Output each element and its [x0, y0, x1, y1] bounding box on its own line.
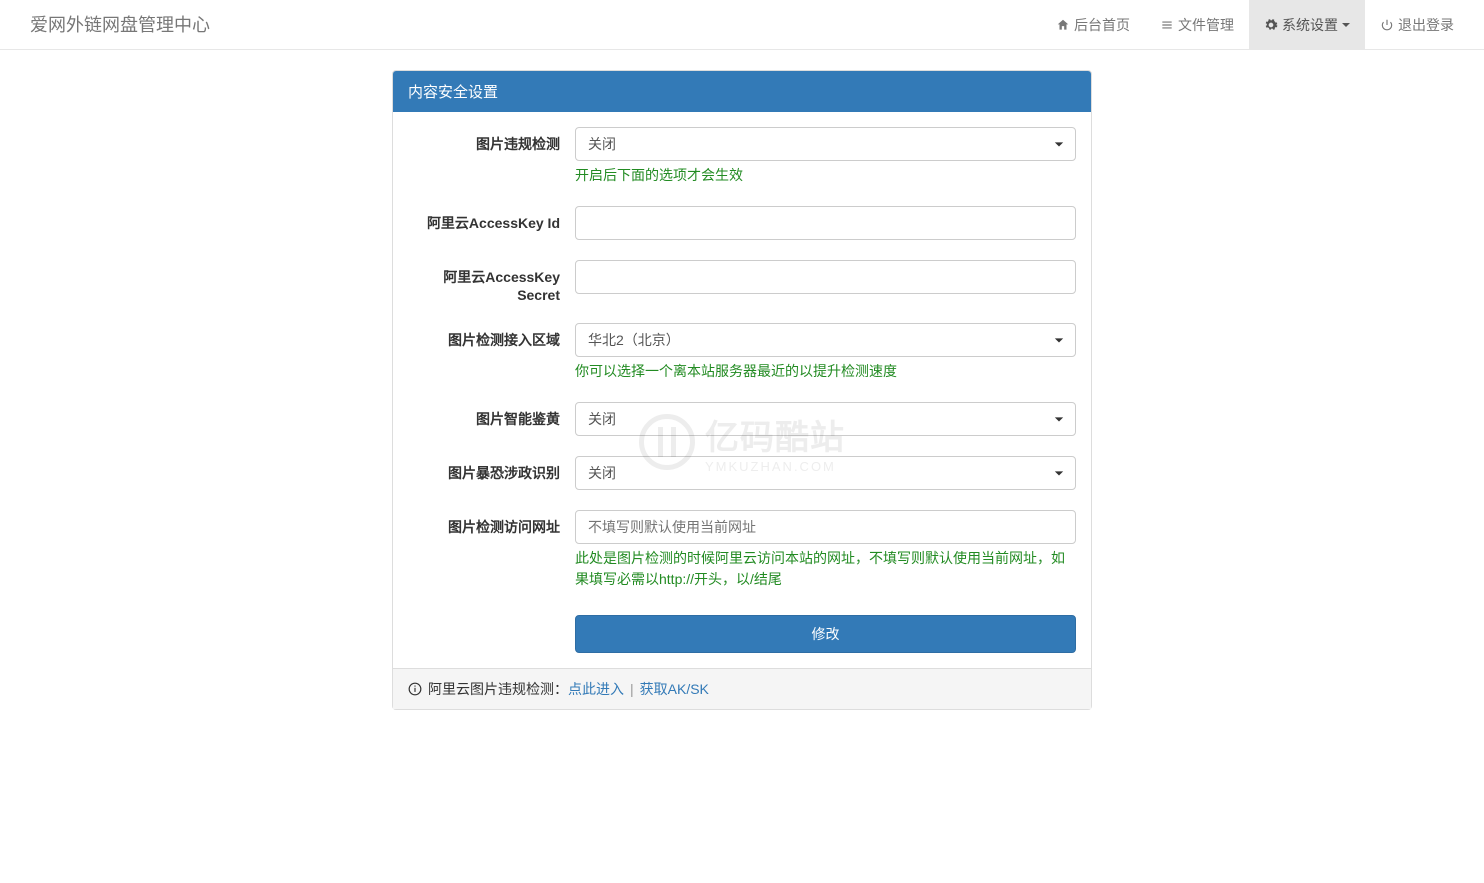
select-terror[interactable]: 关闭 — [575, 456, 1076, 490]
help-detect: 开启后下面的选项才会生效 — [575, 165, 1076, 186]
field-detect: 图片违规检测 关闭 开启后下面的选项才会生效 — [408, 127, 1076, 186]
help-region: 你可以选择一个离本站服务器最近的以提升检测速度 — [575, 361, 1076, 382]
nav-logout[interactable]: 退出登录 — [1365, 0, 1469, 50]
nav-home[interactable]: 后台首页 — [1041, 0, 1145, 50]
label-terror: 图片暴恐涉政识别 — [408, 456, 575, 490]
info-icon — [408, 682, 422, 696]
list-icon — [1160, 18, 1174, 32]
panel-title: 内容安全设置 — [393, 71, 1091, 112]
nav-files-label: 文件管理 — [1178, 15, 1234, 35]
label-region: 图片检测接入区域 — [408, 323, 575, 382]
label-detect: 图片违规检测 — [408, 127, 575, 186]
label-ak-id: 阿里云AccessKey Id — [408, 206, 575, 240]
nav-settings[interactable]: 系统设置 — [1249, 0, 1365, 50]
nav-home-label: 后台首页 — [1074, 15, 1130, 35]
submit-button[interactable]: 修改 — [575, 615, 1076, 653]
help-url: 此处是图片检测的时候阿里云访问本站的网址，不填写则默认使用当前网址，如果填写必需… — [575, 548, 1076, 590]
main-container: 内容安全设置 图片违规检测 关闭 开启后下面的选项才会生效 阿里云AccessK… — [392, 70, 1092, 710]
gear-icon — [1264, 18, 1278, 32]
caret-down-icon — [1342, 23, 1350, 27]
select-detect[interactable]: 关闭 — [575, 127, 1076, 161]
nav-settings-label: 系统设置 — [1282, 15, 1338, 35]
field-terror: 图片暴恐涉政识别 关闭 — [408, 456, 1076, 490]
select-porn[interactable]: 关闭 — [575, 402, 1076, 436]
navbar: 爱网外链网盘管理中心 后台首页 文件管理 系统设置 退出登录 — [0, 0, 1484, 50]
field-ak-secret: 阿里云AccessKey Secret — [408, 260, 1076, 303]
footer-prefix: 阿里云图片违规检测： — [428, 679, 568, 699]
panel-footer: 阿里云图片违规检测： 点此进入 | 获取AK/SK — [393, 668, 1091, 709]
home-icon — [1056, 18, 1070, 32]
nav-right: 后台首页 文件管理 系统设置 退出登录 — [1041, 0, 1469, 50]
field-porn: 图片智能鉴黄 关闭 — [408, 402, 1076, 436]
input-url[interactable] — [575, 510, 1076, 544]
settings-panel: 内容安全设置 图片违规检测 关闭 开启后下面的选项才会生效 阿里云AccessK… — [392, 70, 1092, 710]
footer-link-aksk[interactable]: 获取AK/SK — [640, 679, 709, 699]
power-icon — [1380, 18, 1394, 32]
brand-title: 爱网外链网盘管理中心 — [15, 0, 225, 50]
label-porn: 图片智能鉴黄 — [408, 402, 575, 436]
input-ak-secret[interactable] — [575, 260, 1076, 294]
label-ak-secret: 阿里云AccessKey Secret — [408, 260, 575, 303]
nav-logout-label: 退出登录 — [1398, 15, 1454, 35]
field-ak-id: 阿里云AccessKey Id — [408, 206, 1076, 240]
footer-sep: | — [630, 681, 634, 697]
submit-row: 修改 — [408, 615, 1076, 653]
field-url: 图片检测访问网址 此处是图片检测的时候阿里云访问本站的网址，不填写则默认使用当前… — [408, 510, 1076, 590]
select-region[interactable]: 华北2（北京） — [575, 323, 1076, 357]
footer-link-enter[interactable]: 点此进入 — [568, 679, 624, 699]
panel-body: 图片违规检测 关闭 开启后下面的选项才会生效 阿里云AccessKey Id 阿… — [393, 112, 1091, 668]
nav-files[interactable]: 文件管理 — [1145, 0, 1249, 50]
field-region: 图片检测接入区域 华北2（北京） 你可以选择一个离本站服务器最近的以提升检测速度 — [408, 323, 1076, 382]
input-ak-id[interactable] — [575, 206, 1076, 240]
label-url: 图片检测访问网址 — [408, 510, 575, 590]
